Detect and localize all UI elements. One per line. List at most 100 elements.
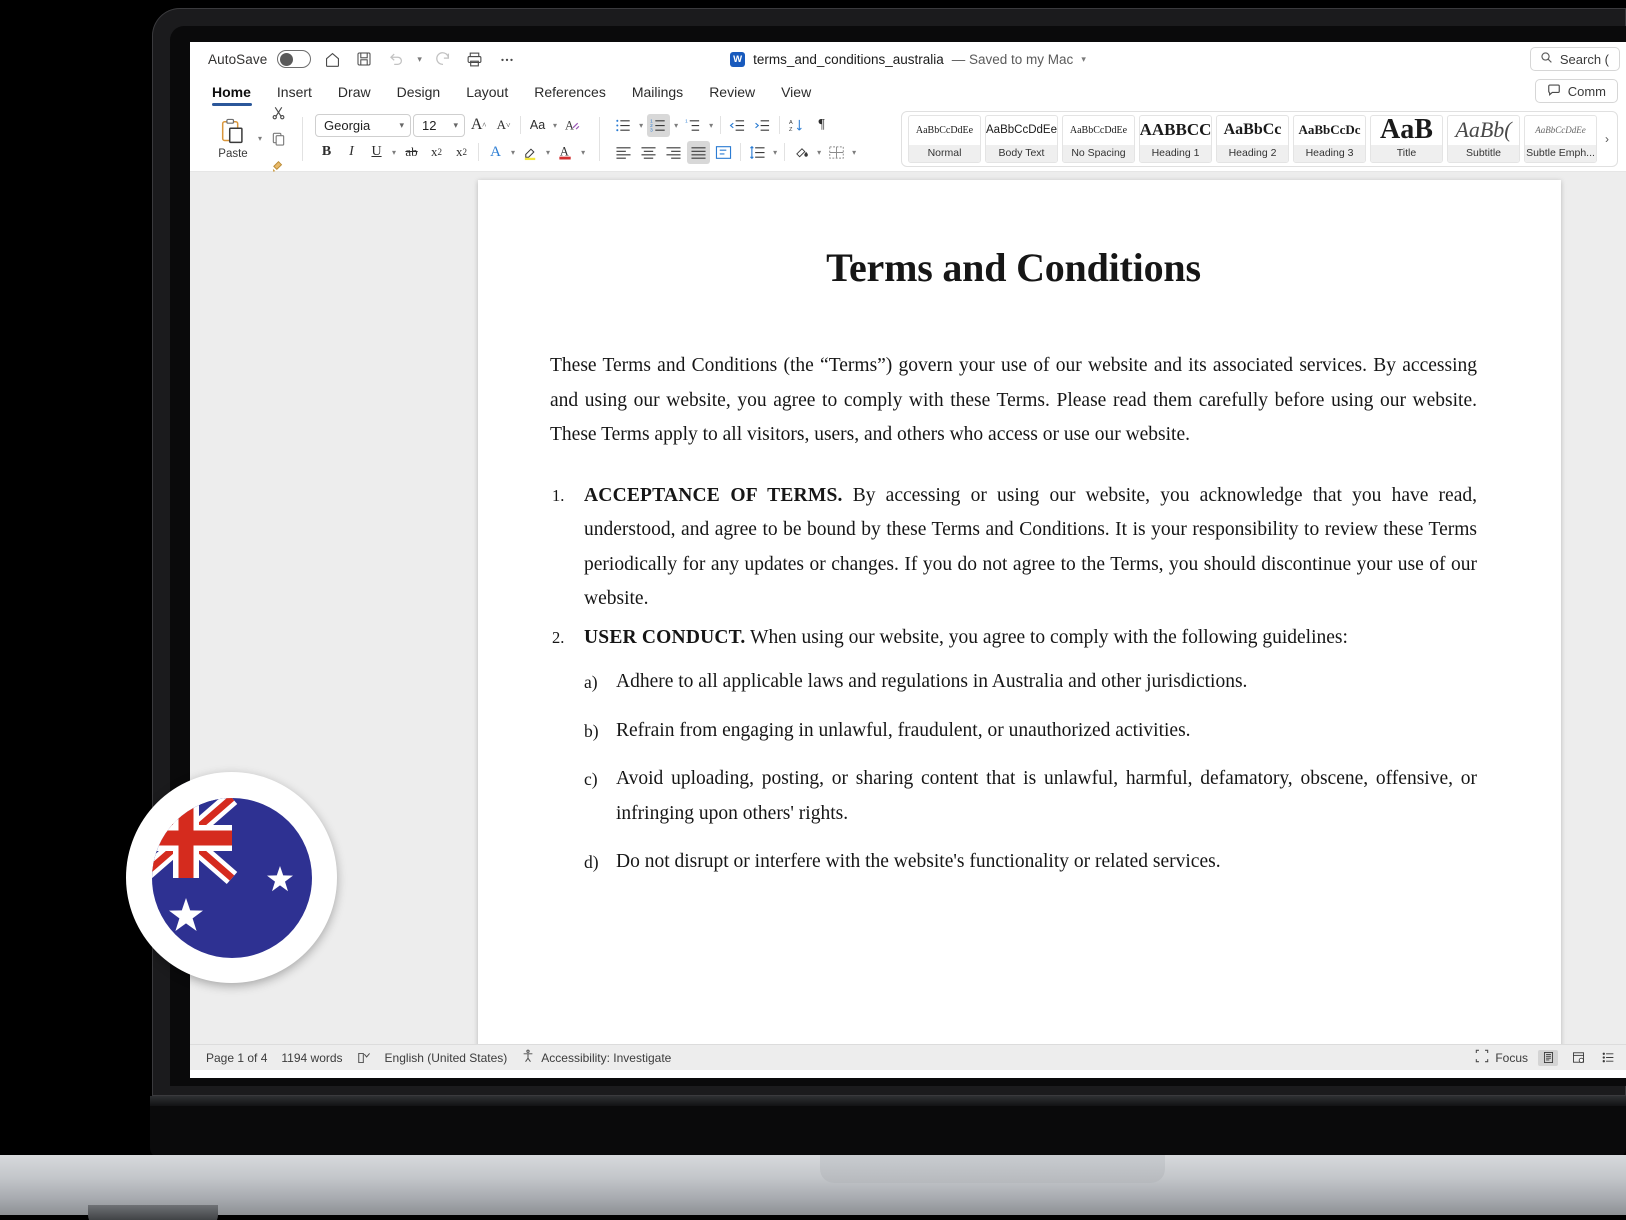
style-preview: AaBb(	[1455, 117, 1512, 143]
change-case-caret[interactable]: ▾	[551, 121, 559, 130]
print-layout-icon[interactable]	[1538, 1049, 1558, 1066]
ellipsis-icon[interactable]	[496, 48, 518, 70]
multilevel-list-icon[interactable]: 1	[682, 114, 705, 137]
document-chip[interactable]: W terms_and_conditions_australia — Saved…	[730, 51, 1086, 67]
align-left-icon[interactable]	[612, 141, 635, 164]
save-icon[interactable]	[353, 48, 375, 70]
highlight-caret[interactable]: ▾	[544, 148, 552, 157]
section-lead: ACCEPTANCE OF TERMS.	[584, 484, 843, 506]
document-name: terms_and_conditions_australia	[753, 51, 944, 67]
autosave-label: AutoSave	[208, 51, 268, 67]
align-center-icon[interactable]	[637, 141, 660, 164]
font-size-select[interactable]: 12 ▾	[413, 113, 466, 137]
bold-button[interactable]: B	[315, 141, 338, 164]
borders-caret[interactable]: ▾	[850, 148, 858, 157]
tab-review[interactable]: Review	[696, 84, 768, 106]
tab-references[interactable]: References	[521, 84, 619, 106]
style-body-text[interactable]: AaBbCcDdEe Body Text	[985, 115, 1058, 163]
redo-icon[interactable]	[432, 48, 454, 70]
style-heading-2[interactable]: AaBbCc Heading 2	[1216, 115, 1289, 163]
shading-icon[interactable]	[790, 141, 813, 164]
subscript-button[interactable]: x2	[425, 141, 448, 164]
font-name-select[interactable]: Georgia ▾	[315, 113, 412, 137]
numbered-list-icon[interactable]: 123	[647, 113, 671, 137]
document-page[interactable]: Terms and Conditions These Terms and Con…	[478, 180, 1561, 1044]
comments-button[interactable]: Comm	[1534, 79, 1618, 103]
text-direction-icon[interactable]	[712, 141, 735, 164]
underline-caret[interactable]: ▾	[390, 148, 398, 157]
increase-indent-icon[interactable]	[751, 114, 774, 137]
style-subtle-emphasis[interactable]: AaBbCcDdEe Subtle Emph...	[1524, 115, 1597, 163]
clear-formatting-icon[interactable]: A	[561, 114, 584, 137]
line-spacing-caret[interactable]: ▾	[771, 148, 779, 157]
sort-icon[interactable]: AZ	[785, 114, 808, 137]
strikethrough-button[interactable]: ab	[400, 141, 423, 164]
change-case-icon[interactable]: Aa	[526, 114, 549, 137]
borders-icon[interactable]	[825, 141, 848, 164]
numbered-sections: ACCEPTANCE OF TERMS. By accessing or usi…	[550, 479, 1477, 880]
style-label: Body Text	[986, 144, 1057, 162]
print-icon[interactable]	[464, 48, 486, 70]
bullet-list-caret[interactable]: ▾	[637, 121, 645, 130]
multilevel-list-caret[interactable]: ▾	[707, 121, 715, 130]
accessibility-status[interactable]: Accessibility: Investigate	[521, 1049, 671, 1066]
bullet-list-icon[interactable]	[612, 114, 635, 137]
tab-mailings[interactable]: Mailings	[619, 84, 696, 106]
page-count[interactable]: Page 1 of 4	[206, 1051, 267, 1065]
web-layout-icon[interactable]	[1568, 1050, 1588, 1066]
numbered-list-caret[interactable]: ▾	[672, 121, 680, 130]
style-preview: AaBbCcDdEe	[986, 124, 1057, 137]
style-subtitle[interactable]: AaBb( Subtitle	[1447, 115, 1520, 163]
highlight-icon[interactable]	[519, 141, 542, 164]
superscript-button[interactable]: x2	[450, 141, 473, 164]
cut-icon[interactable]	[267, 101, 290, 124]
autosave-toggle[interactable]	[277, 50, 312, 68]
style-heading-3[interactable]: AaBbCcDc Heading 3	[1293, 115, 1366, 163]
tab-design[interactable]: Design	[384, 84, 454, 106]
justify-icon[interactable]	[687, 140, 711, 164]
tab-home[interactable]: Home	[208, 84, 264, 106]
clipboard-group: Paste ▾	[202, 106, 298, 172]
italic-button[interactable]: I	[340, 141, 363, 164]
shrink-font-icon[interactable]: A ˅	[492, 114, 515, 137]
style-preview: AaBbCcDdEe	[915, 124, 974, 136]
decrease-indent-icon[interactable]	[726, 114, 749, 137]
style-heading-1[interactable]: AABBCC Heading 1	[1139, 115, 1212, 163]
document-canvas[interactable]: Terms and Conditions These Terms and Con…	[190, 172, 1626, 1044]
underline-button[interactable]: U	[365, 141, 388, 164]
font-color-caret[interactable]: ▾	[579, 148, 587, 157]
line-spacing-icon[interactable]	[746, 141, 769, 164]
word-count[interactable]: 1194 words	[281, 1051, 342, 1065]
language-indicator[interactable]: English (United States)	[385, 1051, 508, 1065]
style-preview: AABBCC	[1140, 120, 1211, 140]
text-effects-icon[interactable]: A	[484, 141, 507, 164]
style-no-spacing[interactable]: AaBbCcDdEe No Spacing	[1062, 115, 1135, 163]
show-formatting-icon[interactable]: ¶	[810, 114, 833, 137]
section-item: ACCEPTANCE OF TERMS. By accessing or usi…	[550, 479, 1477, 617]
shading-caret[interactable]: ▾	[815, 148, 823, 157]
style-normal[interactable]: AaBbCcDdEe Normal	[908, 115, 981, 163]
search-input[interactable]: Search (	[1529, 47, 1620, 71]
chevron-down-icon[interactable]: ▾	[1081, 54, 1086, 65]
text-effects-caret[interactable]: ▾	[509, 148, 517, 157]
style-title[interactable]: AaB Title	[1370, 115, 1443, 163]
home-icon[interactable]	[321, 48, 343, 70]
undo-icon[interactable]	[385, 48, 407, 70]
paste-button[interactable]: Paste	[210, 117, 256, 160]
style-preview: AaBbCcDdEe	[1069, 124, 1128, 136]
font-color-icon[interactable]: A	[554, 141, 577, 164]
paste-dropdown-caret[interactable]: ▾	[256, 134, 264, 143]
outline-view-icon[interactable]	[1598, 1050, 1618, 1066]
tab-view[interactable]: View	[768, 84, 824, 106]
align-right-icon[interactable]	[662, 141, 685, 164]
tab-draw[interactable]: Draw	[325, 84, 384, 106]
section-item: USER CONDUCT. When using our website, yo…	[550, 621, 1477, 880]
document-save-state: — Saved to my Mac	[951, 51, 1074, 67]
undo-dropdown-caret[interactable]: ▾	[417, 54, 422, 65]
tab-layout[interactable]: Layout	[453, 84, 521, 106]
copy-icon[interactable]	[267, 127, 290, 150]
styles-gallery-more-button[interactable]: ›	[1599, 132, 1615, 146]
focus-button[interactable]: Focus	[1475, 1049, 1528, 1066]
grow-font-icon[interactable]: A ^	[467, 114, 490, 137]
proofing-icon[interactable]	[357, 1051, 371, 1065]
